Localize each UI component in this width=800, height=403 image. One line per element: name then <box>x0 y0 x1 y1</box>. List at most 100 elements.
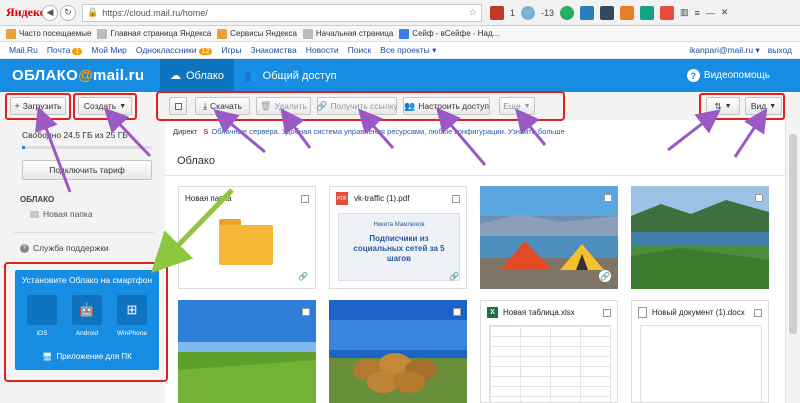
logout-link[interactable]: выход <box>768 45 792 56</box>
divider <box>14 232 154 233</box>
video-help-link[interactable]: ? Видеопомощь <box>686 69 770 82</box>
download-button[interactable]: ⤓ Скачать <box>195 97 250 115</box>
delete-button[interactable]: 🗑 Удалить <box>256 97 311 115</box>
breadcrumb[interactable]: Облако <box>177 155 215 167</box>
back-icon[interactable]: ◀ <box>42 4 58 21</box>
section-heading[interactable]: ОБЛАКО <box>20 195 54 204</box>
file-checkbox[interactable] <box>754 309 762 317</box>
bookmark-item[interactable]: Сервисы Яндекса <box>217 28 297 39</box>
portal-link-news[interactable]: Новости <box>306 45 339 55</box>
portal-link-search[interactable]: Поиск <box>348 45 372 55</box>
file-checkbox[interactable] <box>453 308 461 316</box>
link-icon: 🔗 <box>316 100 328 111</box>
file-tile-photo-field[interactable] <box>178 300 316 403</box>
trash-icon: 🗑 <box>260 100 272 111</box>
select-all-checkbox[interactable] <box>169 97 187 115</box>
cloud-logo[interactable]: ОБЛАКО@mail.ru <box>12 67 160 84</box>
address-bar[interactable]: 🔒 https://cloud.mail.ru/home/ ☆ <box>82 3 482 22</box>
file-tile-pdf[interactable]: PDF vk-traffic (1).pdf Никита Мамлюков П… <box>329 186 467 289</box>
sort-button[interactable]: ⇅ ▼ <box>706 97 740 115</box>
more-button[interactable]: Еще ▼ <box>499 97 535 115</box>
photo-field <box>178 300 316 403</box>
portal-link-all-projects[interactable]: Все проекты ▾ <box>380 45 436 56</box>
photo-hay <box>329 300 467 403</box>
tab-cloud[interactable]: ☁ Облако <box>160 59 234 92</box>
extension-green-icon[interactable] <box>560 5 575 20</box>
extension-teal-icon[interactable] <box>640 5 655 20</box>
temperature: -13 <box>541 7 555 18</box>
users-icon: 👥 <box>404 100 416 111</box>
folder-icon <box>219 219 273 265</box>
tab-shared-access[interactable]: 👥 Общий доступ <box>234 59 347 92</box>
bookmark-item[interactable]: Главная страница Яндекса <box>97 28 211 39</box>
portal-link-myworld[interactable]: Мой Мир <box>91 45 127 55</box>
bookmark-icon <box>97 28 108 39</box>
minimize-icon[interactable]: — <box>706 8 715 18</box>
file-tile-docx[interactable]: Новый документ (1).docx <box>631 300 769 403</box>
android-icon[interactable]: 🤖 <box>72 295 102 325</box>
portal-link-mail[interactable]: Почта 1 <box>47 45 83 55</box>
bookmark-icon <box>302 28 313 39</box>
users-icon: 👥 <box>243 70 258 82</box>
bookmarks-icon[interactable]: ▥ <box>680 7 689 18</box>
file-tile-photo-tents[interactable]: 🔗 <box>480 186 618 289</box>
link-icon: 🔗 <box>298 272 308 281</box>
file-checkbox[interactable] <box>604 194 612 202</box>
upgrade-tariff-button[interactable]: Подключить тариф <box>22 160 152 180</box>
file-checkbox[interactable] <box>755 194 763 202</box>
storage-info: Свободно 24,5 ГБ из 25 ГБ <box>22 130 128 140</box>
pc-app-link[interactable]: 🖥 Приложение для ПК <box>15 352 159 361</box>
extension-orange-icon[interactable] <box>620 5 635 20</box>
weather-icon[interactable] <box>521 5 536 20</box>
file-checkbox[interactable] <box>603 309 611 317</box>
spreadsheet-preview <box>489 325 611 402</box>
share-access-button[interactable]: 👥 Настроить доступ <box>403 97 490 115</box>
reload-icon[interactable]: ↻ <box>60 4 76 21</box>
sidebar-item-new-folder[interactable]: Новая папка <box>30 209 93 219</box>
chevron-down-icon: ▼ <box>523 102 531 110</box>
apple-icon[interactable] <box>27 295 57 325</box>
app-header: ОБЛАКО@mail.ru ☁ Облако 👥 Общий доступ ? Ви… <box>0 59 800 92</box>
portal-link-mailru[interactable]: Mail.Ru <box>9 45 38 55</box>
portal-link-dating[interactable]: Знакомства <box>250 45 296 55</box>
checkbox-icon <box>174 102 182 110</box>
yandex-logo[interactable]: Яндекс <box>6 5 45 20</box>
menu-icon[interactable]: ≡ <box>695 8 700 18</box>
support-link[interactable]: ? Служба поддержки <box>20 243 109 253</box>
bookmark-item[interactable]: Сейф - вСейфе - Над... <box>399 28 499 39</box>
close-icon[interactable]: ✕ <box>721 7 729 18</box>
file-checkbox[interactable] <box>302 308 310 316</box>
view-button[interactable]: Вид ▼ <box>745 97 782 115</box>
file-tile-photo-hay[interactable] <box>329 300 467 403</box>
ad-text: Облачные сервера. Удобная система управл… <box>211 127 565 136</box>
star-icon[interactable]: ☆ <box>469 7 477 18</box>
extension-red-icon[interactable] <box>660 5 675 20</box>
file-tile-folder[interactable]: Новая папка 🔗 <box>178 186 316 289</box>
file-tile-xlsx[interactable]: X Новая таблица.xlsx <box>480 300 618 403</box>
create-button[interactable]: Создать ▼ <box>78 97 132 115</box>
upload-button[interactable]: + Загрузить <box>10 97 66 115</box>
extensions: 1 -13 ▥ ≡ — ✕ <box>490 5 729 20</box>
scrollbar[interactable] <box>785 120 800 403</box>
get-link-button[interactable]: 🔗 Получить ссылку <box>316 97 398 115</box>
windows-icon[interactable]: ⊞ <box>117 295 147 325</box>
file-checkbox[interactable] <box>301 195 309 203</box>
file-name: Новый документ (1).docx <box>652 308 745 317</box>
bookmark-item[interactable]: Начальная страница <box>302 28 393 39</box>
scrollbar-thumb[interactable] <box>789 134 797 334</box>
portal-link-ok[interactable]: Одноклассники 12 <box>136 45 213 55</box>
extension-mail-icon[interactable] <box>490 5 504 20</box>
extension-blue-icon[interactable] <box>580 5 595 20</box>
file-tile-photo-lake[interactable] <box>631 186 769 289</box>
extension-dark-icon[interactable] <box>600 5 615 20</box>
bookmark-item[interactable]: Часто посещаемые <box>6 28 91 39</box>
file-area: Директ S Облачные сервера. Удобная система… <box>165 120 785 403</box>
link-icon: 🔗 <box>599 270 611 282</box>
ad-banner[interactable]: Директ S Облачные сервера. Удобная система… <box>173 127 565 136</box>
ios-label: iOS <box>36 330 48 337</box>
browser-toolbar: Яндекс ◀ ↻ 🔒 https://cloud.mail.ru/home/… <box>0 0 800 26</box>
ok-count-badge: 12 <box>198 48 213 55</box>
portal-link-games[interactable]: Игры <box>221 45 241 55</box>
file-checkbox[interactable] <box>452 195 460 203</box>
user-email[interactable]: ikanpari@mail.ru ▾ <box>689 45 760 56</box>
